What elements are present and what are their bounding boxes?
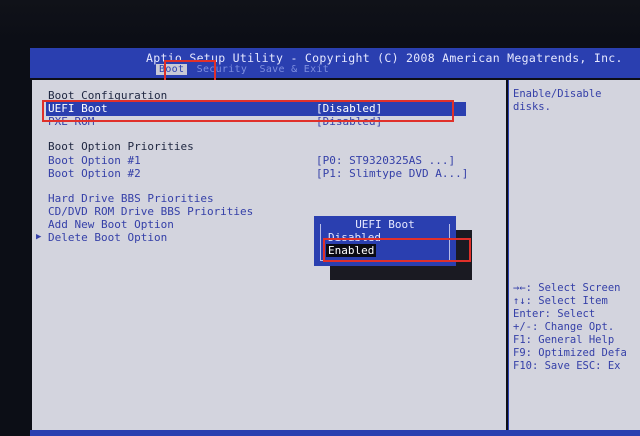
enabled-option-highlight	[323, 238, 471, 262]
uefi-boot-highlight	[42, 100, 454, 122]
boot-option-2-value[interactable]: [P1: Slimtype DVD A...]	[316, 167, 468, 180]
key-enter-select: Enter: Select	[513, 308, 596, 320]
key-select-screen: →←: Select Screen	[513, 282, 621, 294]
bios-screen: Aptio Setup Utility - Copyright (C) 2008…	[0, 0, 640, 436]
help-description-line-2: disks.	[513, 101, 551, 113]
boot-option-2-label[interactable]: Boot Option #2	[48, 167, 141, 180]
hdd-bbs-priorities[interactable]: Hard Drive BBS Priorities	[48, 192, 214, 205]
key-select-item: ↑↓: Select Item	[513, 295, 608, 307]
boot-option-priorities-heading: Boot Option Priorities	[48, 140, 194, 153]
cd-dvd-bbs-priorities[interactable]: CD/DVD ROM Drive BBS Priorities	[48, 205, 253, 218]
key-change-opt: +/-: Change Opt.	[513, 321, 615, 333]
help-panel: Enable/Disable disks. →←: Select Screen …	[508, 80, 640, 436]
add-new-boot-option[interactable]: Add New Boot Option	[48, 218, 174, 231]
key-save-exit: F10: Save ESC: Ex	[513, 360, 621, 372]
help-description-line-1: Enable/Disable	[513, 88, 602, 100]
delete-boot-option[interactable]: Delete Boot Option	[48, 231, 167, 244]
bottom-strip	[30, 430, 640, 436]
submenu-arrow-icon: ▶	[36, 232, 42, 242]
boot-option-1-label[interactable]: Boot Option #1	[48, 154, 141, 167]
popup-title: UEFI Boot	[355, 218, 415, 231]
key-optimized-defaults: F9: Optimized Defa	[513, 347, 627, 359]
boot-option-1-value[interactable]: [P0: ST9320325AS ...]	[316, 154, 455, 167]
title-text: Aptio Setup Utility - Copyright (C) 2008…	[146, 51, 623, 65]
tab-save-exit[interactable]: Save & Exit	[257, 64, 333, 75]
title-bar: Aptio Setup Utility - Copyright (C) 2008…	[30, 48, 640, 78]
key-general-help: F1: General Help	[513, 334, 615, 346]
